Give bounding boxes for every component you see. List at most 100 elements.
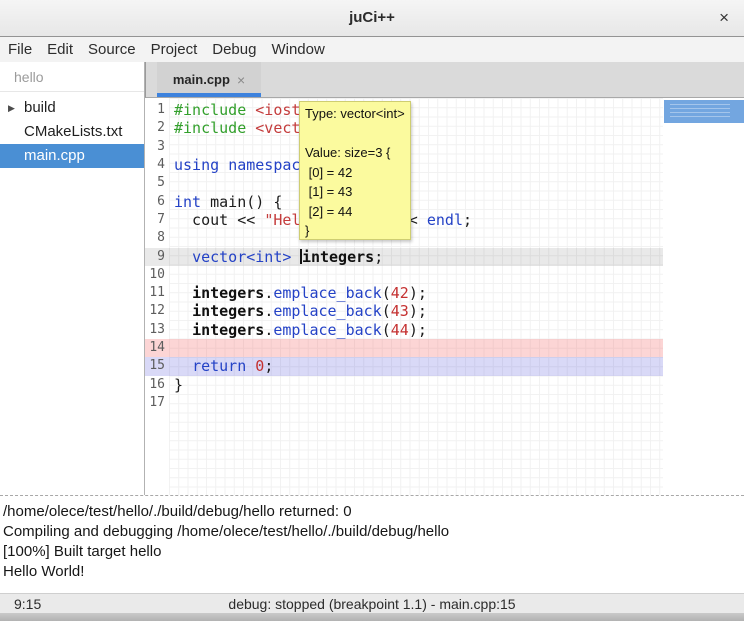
code-text <box>169 229 174 247</box>
code-text: integers.emplace_back(44); <box>169 321 427 339</box>
terminal-line: Hello World! <box>3 562 738 582</box>
code-line-13[interactable]: 13 integers.emplace_back(44); <box>145 321 663 339</box>
title-bar: juCi++ × <box>0 0 744 37</box>
line-number[interactable]: 1 <box>145 101 169 119</box>
code-line-14[interactable]: 14 <box>145 339 663 357</box>
menu-item-edit[interactable]: Edit <box>47 41 73 58</box>
window-title: juCi++ <box>0 9 744 26</box>
code-line-12[interactable]: 12 integers.emplace_back(43); <box>145 302 663 320</box>
code-editor[interactable]: 1#include <iostream>2#include <vector>34… <box>145 98 744 495</box>
line-number[interactable]: 16 <box>145 376 169 394</box>
code-line-16[interactable]: 16} <box>145 376 663 394</box>
token: integers <box>302 248 374 266</box>
menu-bar: File Edit Source Project Debug Window <box>0 37 744 62</box>
menu-item-window[interactable]: Window <box>271 41 324 58</box>
code-line-15[interactable]: 15 return 0; <box>145 357 663 375</box>
code-text <box>169 138 174 156</box>
token: . <box>264 284 273 302</box>
token: #include <box>174 101 246 119</box>
line-number[interactable]: 17 <box>145 394 169 412</box>
token: . <box>264 302 273 320</box>
window-close-icon[interactable]: × <box>719 7 729 29</box>
line-number[interactable]: 10 <box>145 266 169 284</box>
terminal-output[interactable]: /home/olece/test/hello/./build/debug/hel… <box>0 495 744 593</box>
token: emplace_back <box>273 302 381 320</box>
line-number[interactable]: 13 <box>145 321 169 339</box>
token: ( <box>382 321 391 339</box>
token <box>246 101 255 119</box>
token: ; <box>264 357 273 375</box>
expander-icon[interactable]: ▶ <box>8 96 15 120</box>
token: int <box>174 193 201 211</box>
line-number[interactable]: 11 <box>145 284 169 302</box>
line-number[interactable]: 14 <box>145 339 169 357</box>
token: endl <box>427 211 463 229</box>
token <box>174 248 192 266</box>
token: integers <box>192 321 264 339</box>
menu-item-file[interactable]: File <box>8 41 32 58</box>
menu-item-debug[interactable]: Debug <box>212 41 256 58</box>
tooltip-line: [1] = 43 <box>305 182 410 202</box>
line-number[interactable]: 8 <box>145 229 169 247</box>
tree-item-label: build <box>24 99 56 116</box>
token: vector<int> <box>192 248 291 266</box>
active-tab-indicator <box>157 93 261 97</box>
terminal-line: Compiling and debugging /home/olece/test… <box>3 522 738 542</box>
line-number[interactable]: 6 <box>145 193 169 211</box>
menu-item-source[interactable]: Source <box>88 41 136 58</box>
tree-item-cmakelists-txt[interactable]: CMakeLists.txt <box>0 120 144 144</box>
line-number[interactable]: 9 <box>145 248 169 266</box>
code-line-9[interactable]: 9 vector<int> integers; <box>145 248 663 266</box>
token <box>219 156 228 174</box>
code-text <box>169 339 174 357</box>
tree-item-main-cpp[interactable]: main.cpp <box>0 144 144 168</box>
code-line-10[interactable]: 10 <box>145 266 663 284</box>
tab-main-cpp[interactable]: main.cpp × <box>157 62 261 97</box>
tooltip-line: [2] = 44 <box>305 202 410 222</box>
tooltip-line <box>305 124 410 144</box>
token: 43 <box>391 302 409 320</box>
status-bar: 9:15 debug: stopped (breakpoint 1.1) - m… <box>0 593 744 613</box>
file-tree-sidebar: hello ▶ build CMakeLists.txt main.cpp <box>0 62 145 495</box>
tree-item-build[interactable]: ▶ build <box>0 96 144 120</box>
token: 44 <box>391 321 409 339</box>
tooltip-line: } <box>305 221 410 241</box>
code-text <box>169 174 174 192</box>
token: #include <box>174 119 246 137</box>
code-text: return 0; <box>169 357 273 375</box>
minimap-overview[interactable] <box>664 100 744 123</box>
token <box>246 119 255 137</box>
terminal-line: /home/olece/test/hello/./build/debug/hel… <box>3 502 738 522</box>
token: namespace <box>228 156 309 174</box>
tree-item-label: main.cpp <box>24 147 85 164</box>
debug-value-tooltip: Type: vector<int> Value: size=3 { [0] = … <box>299 101 411 240</box>
line-number[interactable]: 7 <box>145 211 169 229</box>
line-number[interactable]: 3 <box>145 138 169 156</box>
token <box>174 284 192 302</box>
tooltip-line: Value: size=3 { <box>305 143 410 163</box>
tooltip-line: Type: vector<int> <box>305 104 410 124</box>
token: emplace_back <box>273 284 381 302</box>
project-name: hello <box>0 62 144 92</box>
line-number[interactable]: 5 <box>145 174 169 192</box>
token <box>291 248 300 266</box>
menu-item-project[interactable]: Project <box>151 41 198 58</box>
line-number[interactable]: 12 <box>145 302 169 320</box>
token: ); <box>409 321 427 339</box>
token: } <box>174 376 183 394</box>
code-line-11[interactable]: 11 integers.emplace_back(42); <box>145 284 663 302</box>
line-number[interactable]: 4 <box>145 156 169 174</box>
token <box>174 302 192 320</box>
code-text <box>169 266 174 284</box>
code-text: } <box>169 376 183 394</box>
token: ( <box>382 302 391 320</box>
tab-close-icon[interactable]: × <box>237 72 245 88</box>
token: . <box>264 321 273 339</box>
line-number[interactable]: 15 <box>145 357 169 375</box>
token: ); <box>409 284 427 302</box>
code-line-17[interactable]: 17 <box>145 394 663 412</box>
window-bottom-edge <box>0 613 744 621</box>
code-text: integers.emplace_back(42); <box>169 284 427 302</box>
line-number[interactable]: 2 <box>145 119 169 137</box>
token: 42 <box>391 284 409 302</box>
